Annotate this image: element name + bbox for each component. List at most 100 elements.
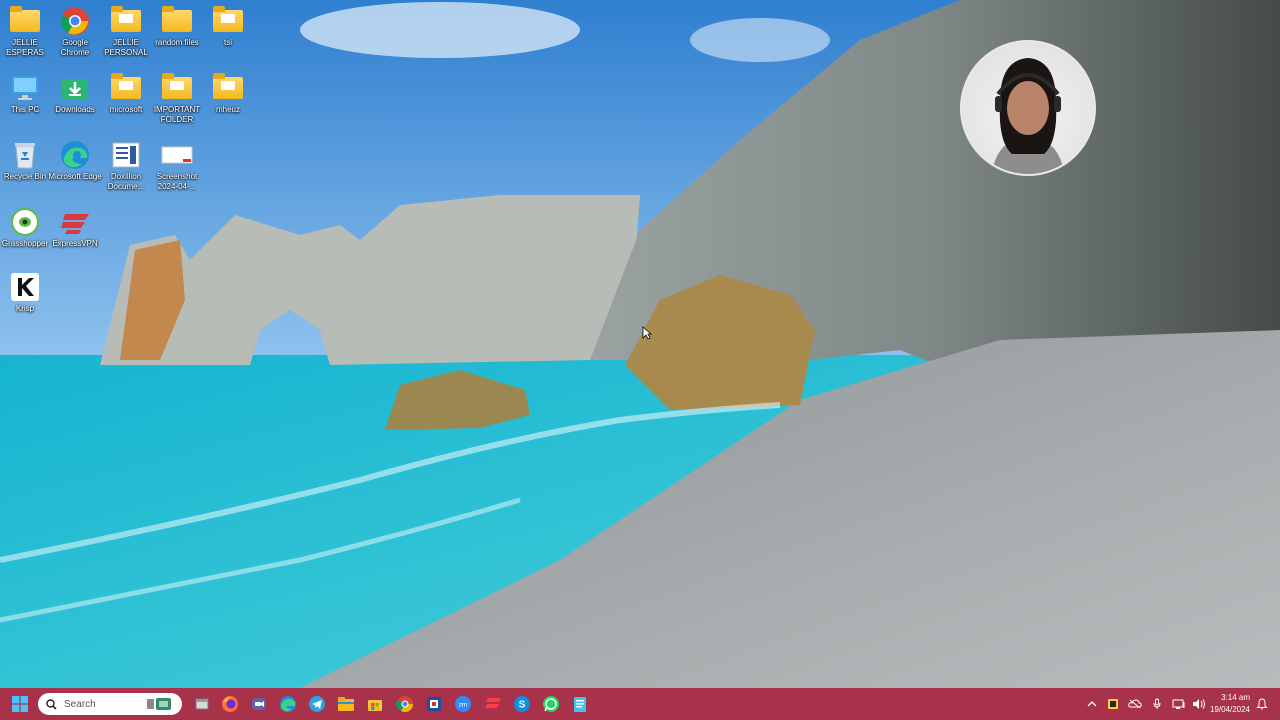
taskbar-microsoft-store[interactable] xyxy=(363,692,387,716)
taskbar-firefox[interactable] xyxy=(218,692,242,716)
app-icon xyxy=(427,697,441,711)
whatsapp-icon xyxy=(543,696,559,712)
desktop-icon-label: JELLIE ESPERAS xyxy=(6,38,44,57)
edge-icon xyxy=(59,140,91,170)
taskbar-skype[interactable]: S xyxy=(510,692,534,716)
desktop-icon-label: IMPORTANT FOLDER xyxy=(153,105,201,124)
desktop-icon-label: microsoft xyxy=(109,105,143,114)
mouse-cursor-icon xyxy=(642,326,652,340)
desktop[interactable]: JELLIE ESPERAS Google Chrome JELLIE PERS… xyxy=(0,0,1280,688)
desktop-icon-grasshopper[interactable]: Grasshopper xyxy=(0,203,50,267)
taskbar-edge[interactable] xyxy=(276,692,300,716)
desktop-icon-doxillion[interactable]: Doxillion Docume... xyxy=(101,136,151,200)
search-icon xyxy=(46,698,57,710)
downloads-icon xyxy=(59,73,91,103)
desktop-icon-label: random files xyxy=(155,38,199,47)
desktop-icon-tsi[interactable]: tsi xyxy=(203,2,253,66)
taskbar-file-explorer-small[interactable] xyxy=(190,692,214,716)
desktop-icon-recycle-bin[interactable]: Recycle Bin xyxy=(0,136,50,200)
folder-icon xyxy=(9,6,41,36)
search-input[interactable] xyxy=(62,697,146,711)
desktop-icon-label: Recycle Bin xyxy=(3,172,47,181)
desktop-icon-microsoft-edge[interactable]: Microsoft Edge xyxy=(48,136,102,200)
telegram-icon xyxy=(309,696,325,712)
desktop-icon-label: Screenshot 2024-04-... xyxy=(156,172,198,191)
taskbar-chrome[interactable] xyxy=(393,692,417,716)
folder-icon xyxy=(161,73,193,103)
taskbar-notepad[interactable] xyxy=(568,692,592,716)
desktop-icon-important-folder[interactable]: IMPORTANT FOLDER xyxy=(152,69,202,133)
folder-icon xyxy=(212,6,244,36)
taskbar-file-explorer[interactable] xyxy=(334,692,358,716)
taskbar-telegram[interactable] xyxy=(305,692,329,716)
notepad-icon xyxy=(574,697,586,712)
svg-text:zm: zm xyxy=(459,702,468,709)
window-icon xyxy=(195,698,209,710)
svg-text:S: S xyxy=(519,700,526,711)
taskbar-clock[interactable]: 3:14 am 19/04/2024 xyxy=(1204,692,1250,716)
notification-bell-icon[interactable] xyxy=(1253,692,1271,716)
network-icon[interactable] xyxy=(1170,692,1188,716)
recycle-bin-icon xyxy=(9,140,41,170)
desktop-icon-label: Doxillion Docume... xyxy=(107,172,145,191)
start-button[interactable] xyxy=(8,692,32,716)
expressvpn-icon xyxy=(485,698,501,708)
desktop-icon-label: Downloads xyxy=(55,105,95,114)
desktop-icon-jellie-esperas[interactable]: JELLIE ESPERAS xyxy=(0,2,50,66)
desktop-icon-label: Grasshopper xyxy=(1,239,49,248)
desktop-icon-random-files[interactable]: random files xyxy=(152,2,202,66)
expressvpn-icon xyxy=(59,207,91,237)
desktop-icon-google-chrome[interactable]: Google Chrome xyxy=(50,2,100,66)
chrome-icon xyxy=(59,6,91,36)
desktop-icon-label: Krisp xyxy=(15,304,35,313)
desktop-icon-label: This PC xyxy=(10,105,40,114)
chrome-icon xyxy=(396,696,414,713)
monitor-icon xyxy=(9,73,41,103)
folder-icon xyxy=(161,6,193,36)
folder-icon xyxy=(110,6,142,36)
desktop-icon-jellie-personal[interactable]: JELLIE PERSONAL xyxy=(101,2,151,66)
desktop-icon-label: JELLIE PERSONAL xyxy=(104,38,148,57)
zoom-icon: zm xyxy=(455,696,471,712)
desktop-icon-mheuz[interactable]: mheuz xyxy=(203,69,253,133)
video-call-icon xyxy=(252,698,266,710)
tray-cloud-offline-icon[interactable] xyxy=(1126,692,1144,716)
store-icon xyxy=(368,700,382,711)
person-silhouette-icon xyxy=(992,58,1064,174)
folder-icon xyxy=(212,73,244,103)
taskbar: zm S 3:14 am 19/04/2024 xyxy=(0,688,1280,720)
desktop-icon-this-pc[interactable]: This PC xyxy=(0,69,50,133)
desktop-icon-label: ExpressVPN xyxy=(52,239,98,248)
folder-icon xyxy=(110,73,142,103)
desktop-icon-krisp[interactable]: Krisp xyxy=(0,268,50,332)
taskbar-ms-app[interactable] xyxy=(422,692,446,716)
desktop-icon-screenshot[interactable]: Screenshot 2024-04-... xyxy=(152,136,202,200)
tray-overflow-chevron-up-icon[interactable] xyxy=(1084,692,1100,716)
folder-icon xyxy=(338,697,354,711)
desktop-icon-downloads[interactable]: Downloads xyxy=(50,69,100,133)
desktop-icon-expressvpn[interactable]: ExpressVPN xyxy=(50,203,100,267)
clock-time: 3:14 am xyxy=(1221,693,1250,702)
desktop-icon-label: mheuz xyxy=(215,105,240,114)
windows-logo-icon xyxy=(12,696,28,712)
desktop-icon-label: tsi xyxy=(224,38,232,47)
taskbar-expressvpn[interactable] xyxy=(481,692,505,716)
webcam-overlay xyxy=(960,40,1096,176)
tray-app-icon[interactable] xyxy=(1104,692,1122,716)
desktop-icon-microsoft[interactable]: microsoft xyxy=(101,69,151,133)
microphone-icon[interactable] xyxy=(1148,692,1166,716)
firefox-icon xyxy=(222,696,238,712)
skype-icon: S xyxy=(514,696,530,712)
grasshopper-icon xyxy=(9,207,41,237)
taskbar-teams[interactable] xyxy=(247,692,271,716)
doxillion-icon xyxy=(110,140,142,170)
taskbar-whatsapp[interactable] xyxy=(539,692,563,716)
clock-date: 19/04/2024 xyxy=(1209,705,1250,714)
taskbar-zoom[interactable]: zm xyxy=(451,692,475,716)
edge-icon xyxy=(280,696,296,712)
taskbar-search-box[interactable] xyxy=(38,693,182,715)
image-file-icon xyxy=(161,140,193,170)
desktop-icon-label: Google Chrome xyxy=(60,38,90,57)
krisp-icon xyxy=(9,272,41,302)
search-highlight-icon xyxy=(147,698,171,710)
